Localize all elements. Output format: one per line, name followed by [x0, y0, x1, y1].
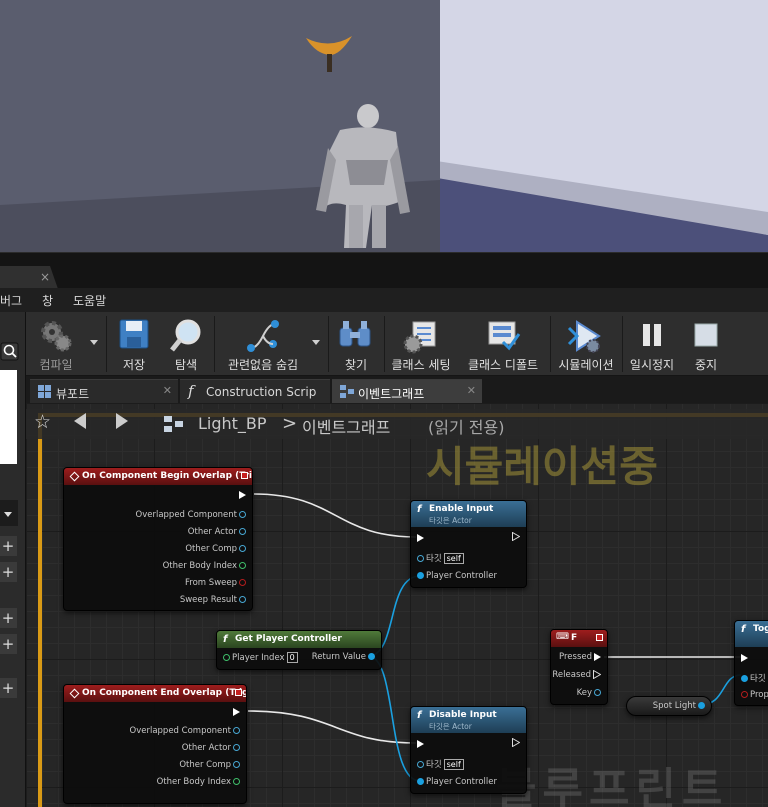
class-defaults-icon [488, 321, 521, 351]
menu-item-window[interactable]: 창 [42, 292, 53, 309]
find-icon [339, 321, 371, 347]
target-pin[interactable]: 타깃 [739, 672, 766, 684]
pin-other-body-index[interactable]: Other Body Index [157, 777, 242, 787]
compile-icon [41, 321, 72, 352]
hide-unrelated-options-caret[interactable] [312, 340, 320, 345]
exec-out-pin[interactable] [237, 490, 248, 500]
close-icon[interactable]: ✕ [467, 384, 476, 397]
event-graph-canvas[interactable]: 시뮬레이션중 블루프린트 ☆ Light_BP > 이벤트그래프 (읽기 전용) [26, 403, 768, 807]
key-f-event-node[interactable]: ⌨ F Pressed Released Key [550, 629, 608, 705]
compile-button[interactable]: 컴파일 [28, 312, 84, 376]
target-pin[interactable]: 타깃 self [415, 552, 464, 564]
simulation-icon [567, 320, 601, 353]
tab-viewport[interactable]: 뷰포트 ✕ [30, 379, 178, 403]
window-tab[interactable]: × [0, 266, 58, 289]
spot-light-variable-node[interactable]: Spot Light [626, 696, 712, 716]
compile-options-caret[interactable] [90, 340, 98, 345]
tab-event-graph[interactable]: 이벤트그래프 ✕ [332, 379, 482, 403]
key-pin[interactable]: Key [577, 688, 603, 698]
begin-overlap-event-node[interactable]: On Component Begin Overlap (Trigger) Ove… [63, 467, 253, 611]
spot-light-pin[interactable]: Spot Light [653, 701, 707, 711]
pin-other-comp[interactable]: Other Comp [185, 544, 248, 554]
get-player-controller-node[interactable]: f Get Player Controller Player Index 0 Ret… [216, 630, 382, 670]
simulation-button[interactable]: 시뮬레이션 [554, 312, 618, 376]
player-controller-pin[interactable]: Player Controller [415, 571, 497, 581]
player-controller-pin[interactable]: Player Controller [415, 777, 497, 787]
svg-text:+: + [2, 537, 15, 555]
pin-overlapped-component[interactable]: Overlapped Component [130, 726, 242, 736]
document-tabs: 뷰포트 ✕ f Construction Scrip 이벤트그래프 ✕ [26, 377, 768, 403]
svg-text:+: + [2, 609, 15, 627]
class-defaults-button[interactable]: 클래스 디폴트 [458, 312, 548, 376]
hide-unrelated-icon [247, 320, 279, 352]
tab-construction-script[interactable]: f Construction Scrip [180, 379, 330, 403]
svg-text:+: + [2, 635, 15, 653]
save-icon [119, 319, 149, 349]
disable-input-node[interactable]: f Disable Input 타깃은 Actor 타깃 self Player Co… [410, 706, 527, 794]
menu-bar: 버그 창 도움말 [0, 288, 768, 312]
exec-out-pin[interactable] [231, 707, 242, 717]
window-tab-strip: × [0, 252, 768, 289]
find-button[interactable]: 찾기 [332, 312, 380, 376]
pin-from-sweep[interactable]: From Sweep [185, 578, 248, 588]
exec-out-pin[interactable] [510, 532, 522, 542]
stop-button[interactable]: 중지 [682, 312, 730, 376]
level-viewport[interactable] [0, 0, 768, 252]
player-index-pin[interactable]: Player Index 0 [221, 652, 298, 663]
pin-other-actor[interactable]: Other Actor [182, 743, 242, 753]
browse-icon [170, 319, 201, 352]
target-pin[interactable]: 타깃 self [415, 758, 464, 770]
pause-icon [643, 324, 661, 346]
exec-in-pin[interactable] [739, 653, 750, 663]
svg-text:+: + [2, 563, 15, 581]
released-pin[interactable]: Released [552, 670, 603, 680]
class-settings-icon [403, 321, 436, 354]
enable-input-node[interactable]: f Enable Input 타깃은 Actor 타깃 self Player Con… [410, 500, 527, 588]
viewport-icon [38, 385, 51, 398]
pin-other-body-index[interactable]: Other Body Index [163, 561, 248, 571]
viewport-scene [0, 0, 768, 252]
prop-pin[interactable]: Prop [739, 690, 768, 700]
graph-icon [340, 385, 354, 398]
toggle-visibility-node[interactable]: f Tog 타깃 Prop [734, 620, 768, 706]
class-settings-button[interactable]: 클래스 세팅 [388, 312, 454, 376]
close-icon[interactable]: ✕ [163, 384, 172, 397]
stop-icon [694, 323, 718, 347]
editor-window: × 버그 창 도움말 + + + + + 컴파일 저장 탐색 관련없음 숨김 찾… [0, 0, 768, 807]
save-button[interactable]: 저장 [110, 312, 158, 376]
blueprint-toolbar: 컴파일 저장 탐색 관련없음 숨김 찾기 클래스 세팅 클래스 디폴트 시뮬레이… [26, 312, 768, 376]
exec-out-pin[interactable] [510, 738, 522, 748]
function-icon: f [188, 382, 194, 400]
hide-unrelated-button[interactable]: 관련없음 숨김 [218, 312, 308, 376]
exec-in-pin[interactable] [415, 533, 426, 543]
pause-button[interactable]: 일시정지 [626, 312, 678, 376]
end-overlap-event-node[interactable]: On Component End Overlap (Trigger) Overl… [63, 684, 247, 804]
left-panel: + + + + + [0, 312, 26, 807]
pressed-pin[interactable]: Pressed [559, 652, 603, 662]
pin-sweep-result[interactable]: Sweep Result [180, 595, 248, 605]
close-icon[interactable]: × [40, 270, 50, 284]
exec-wire-begin-enable [253, 493, 417, 538]
pin-other-comp[interactable]: Other Comp [179, 760, 242, 770]
svg-text:+: + [2, 679, 15, 697]
pin-overlapped-component[interactable]: Overlapped Component [136, 510, 248, 520]
left-panel-controls: + + + + + [0, 342, 19, 698]
menu-item-help[interactable]: 도움말 [73, 292, 106, 309]
menu-item-debug[interactable]: 버그 [0, 292, 22, 309]
exec-wire-end-disable [247, 710, 417, 744]
pin-other-actor[interactable]: Other Actor [188, 527, 248, 537]
browse-button[interactable]: 탐색 [162, 312, 210, 376]
exec-in-pin[interactable] [415, 739, 426, 749]
return-value-pin[interactable]: Return Value [312, 652, 377, 662]
keyboard-icon: ⌨ [556, 632, 569, 642]
